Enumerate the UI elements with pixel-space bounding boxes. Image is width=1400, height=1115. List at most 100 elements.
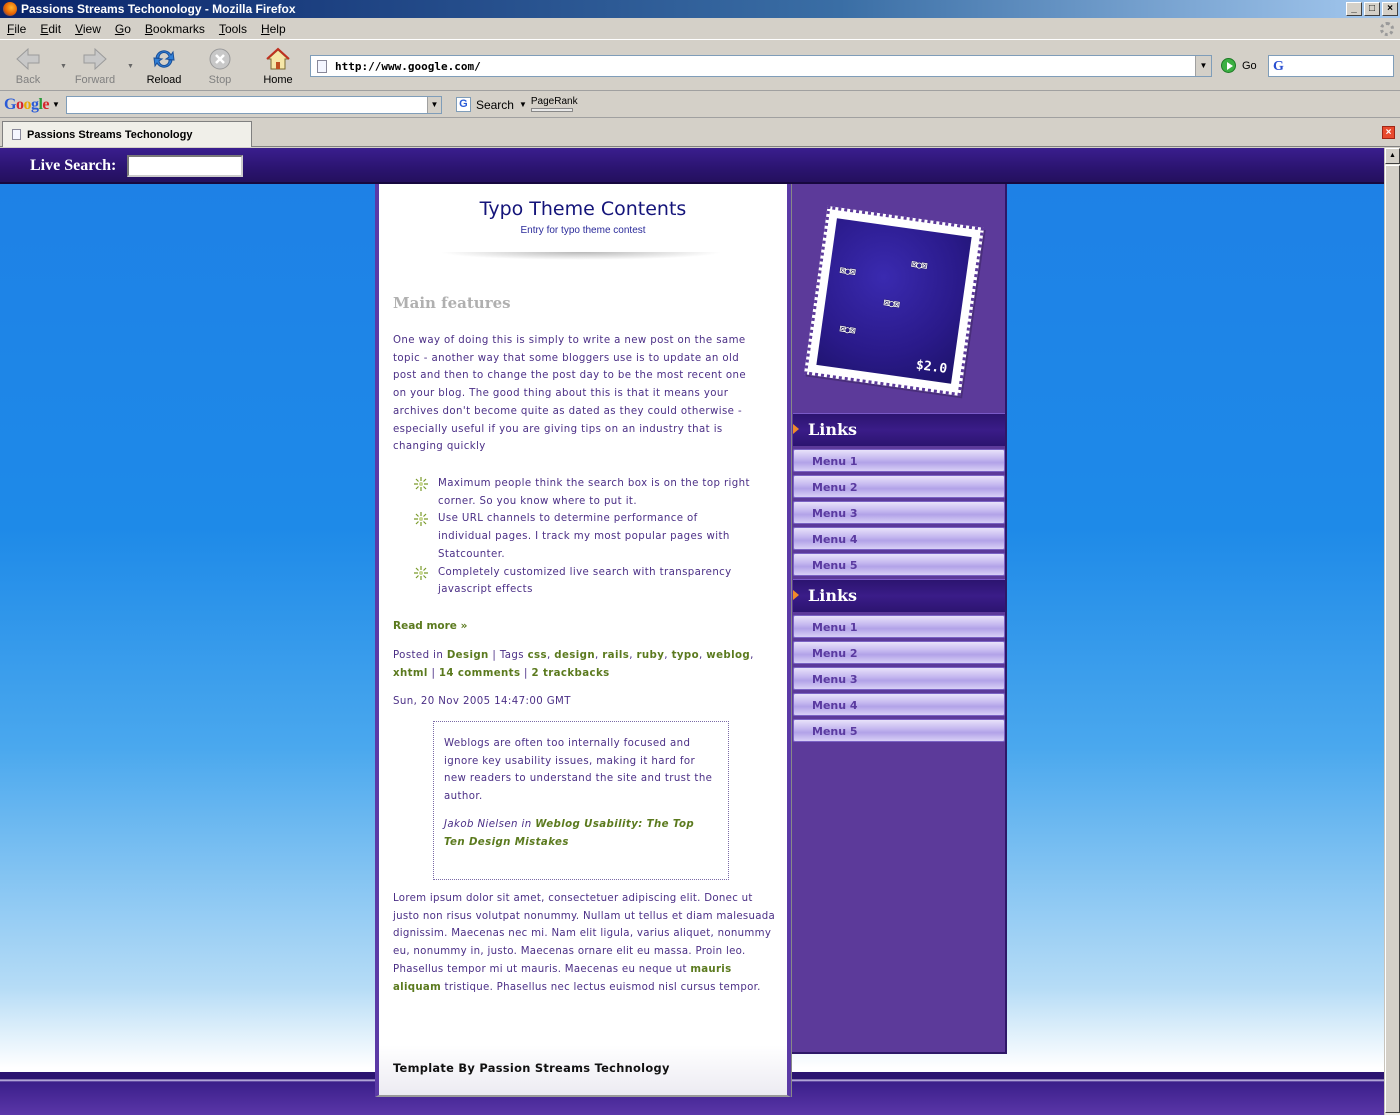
throbber-icon	[1380, 22, 1394, 36]
back-dropdown-icon[interactable]: ▼	[60, 63, 67, 70]
sidebar-menu-3[interactable]: Menu 3	[793, 667, 1005, 690]
google-search-input[interactable]: ▼	[65, 95, 442, 114]
menu-go[interactable]: Go	[108, 22, 138, 36]
google-logo[interactable]: Google	[4, 96, 49, 114]
tag-link[interactable]: design	[554, 650, 595, 661]
google-search-dropdown-icon[interactable]: ▼	[426, 96, 441, 113]
category-link[interactable]: Design	[447, 650, 489, 661]
menu-view[interactable]: View	[68, 22, 108, 36]
live-search-bar: Live Search:	[0, 148, 1384, 184]
vertical-scrollbar[interactable]: ▲	[1384, 148, 1400, 1115]
sidebar-menu-5[interactable]: Menu 5	[793, 719, 1005, 742]
tags-label: | Tags	[492, 650, 524, 661]
scroll-up-icon[interactable]: ▲	[1385, 148, 1400, 164]
stop-button[interactable]: Stop	[192, 45, 248, 89]
navigation-toolbar: Back ▼ Forward ▼ Reload Stop Home http:/…	[0, 41, 1400, 91]
url-bar[interactable]: http://www.google.com/ ▼	[310, 55, 1212, 77]
go-button[interactable]: Go	[1221, 58, 1257, 73]
tab-bar: Passions Streams Techonology ×	[0, 119, 1400, 147]
url-dropdown-icon[interactable]: ▼	[1195, 56, 1211, 76]
main-content: Typo Theme Contents Entry for typo theme…	[375, 184, 791, 1097]
stop-icon	[209, 48, 231, 70]
live-search-input[interactable]	[127, 155, 243, 177]
lorem-text-after: tristique. Phasellus nec lectus euismod …	[444, 981, 761, 993]
scrollbar-thumb[interactable]	[1385, 165, 1400, 1113]
read-more-link[interactable]: Read more »	[393, 620, 467, 632]
sidebar-menu-4[interactable]: Menu 4	[793, 693, 1005, 716]
back-label: Back	[15, 74, 41, 86]
menu-help[interactable]: Help	[254, 22, 293, 36]
satellite-icon: ⊠○⊠	[838, 265, 856, 279]
google-search-engine-icon[interactable]: G	[1273, 59, 1284, 75]
tag-link[interactable]: rails	[602, 650, 629, 661]
bullet-text: Completely customized live search with t…	[438, 566, 732, 596]
reload-button[interactable]: Reload	[136, 45, 192, 89]
menu-label: Menu 2	[812, 481, 858, 494]
sunburst-bullet-icon	[414, 565, 428, 580]
window-title: Passions Streams Techonology - Mozilla F…	[21, 2, 296, 16]
blog-title[interactable]: Typo Theme Contents	[379, 198, 787, 220]
home-label: Home	[263, 74, 293, 86]
links-header-2: Links	[793, 579, 1005, 612]
trackbacks-link[interactable]: 2 trackbacks	[532, 668, 610, 679]
menu-file[interactable]: File	[0, 22, 33, 36]
tag-link[interactable]: typo	[672, 650, 699, 661]
satellite-icon: ⊠○⊠	[838, 323, 856, 337]
stamp-image: ⊠○⊠ ⊠○⊠ ⊠○⊠ ⊠○⊠ $2.0	[803, 205, 985, 397]
stamp-price: $2.0	[914, 357, 949, 377]
reload-icon	[153, 50, 175, 68]
quote-author: Jakob Nielsen in	[444, 818, 532, 830]
menu-edit[interactable]: Edit	[33, 22, 68, 36]
post-title[interactable]: Main features	[393, 294, 511, 312]
stop-label: Stop	[208, 74, 232, 86]
close-tab-icon[interactable]: ×	[1382, 126, 1395, 139]
forward-label: Forward	[74, 74, 116, 86]
google-g-icon: G	[455, 97, 471, 112]
google-search-label: Search	[475, 97, 514, 112]
sidebar-menu-2[interactable]: Menu 2	[793, 641, 1005, 664]
sunburst-bullet-icon	[414, 477, 428, 491]
sidebar-menu-5[interactable]: Menu 5	[793, 553, 1005, 576]
menu-bookmarks[interactable]: Bookmarks	[138, 22, 212, 36]
back-arrow-icon	[16, 47, 40, 71]
list-item: Use URL channels to determine performanc…	[413, 510, 753, 563]
minimize-button[interactable]: _	[1346, 2, 1362, 16]
back-button[interactable]: Back	[0, 45, 56, 89]
google-search-dropdown-caret-icon[interactable]: ▼	[519, 100, 527, 109]
tag-link[interactable]: css	[528, 650, 547, 661]
page-icon	[317, 59, 327, 73]
menu-label: Menu 4	[812, 699, 858, 712]
menu-tools[interactable]: Tools	[212, 22, 254, 36]
lorem-paragraph: Lorem ipsum dolor sit amet, consectetuer…	[393, 890, 777, 996]
menubar: File Edit View Go Bookmarks Tools Help	[0, 19, 1400, 40]
template-credit: Template By Passion Streams Technology	[393, 1061, 670, 1075]
header-arrow-icon	[793, 424, 799, 434]
home-button[interactable]: Home	[250, 45, 306, 89]
sidebar-menu-3[interactable]: Menu 3	[793, 501, 1005, 524]
title-divider	[439, 252, 723, 260]
close-button[interactable]: ×	[1382, 2, 1398, 16]
tag-link[interactable]: xhtml	[393, 668, 428, 679]
go-label: Go	[1242, 59, 1257, 72]
tab-active[interactable]: Passions Streams Techonology	[2, 121, 252, 147]
forward-button[interactable]: Forward	[67, 45, 123, 89]
links-title-2: Links	[808, 586, 858, 605]
google-menu-dropdown-icon[interactable]: ▼	[52, 100, 60, 109]
search-bar-input[interactable]: G	[1268, 55, 1394, 77]
menu-label: Menu 5	[812, 725, 858, 738]
comments-link[interactable]: 14 comments	[439, 668, 521, 679]
satellite-icon: ⊠○⊠	[882, 297, 900, 311]
tag-link[interactable]: ruby	[636, 650, 664, 661]
sidebar-menu-1[interactable]: Menu 1	[793, 615, 1005, 638]
header-arrow-icon	[793, 590, 799, 600]
sidebar-menu-1[interactable]: Menu 1	[793, 449, 1005, 472]
sidebar-menu-4[interactable]: Menu 4	[793, 527, 1005, 550]
tag-link[interactable]: weblog	[706, 650, 750, 661]
forward-dropdown-icon[interactable]: ▼	[127, 63, 134, 70]
sidebar-menu-2[interactable]: Menu 2	[793, 475, 1005, 498]
google-search-button[interactable]: G Search ▼	[455, 97, 527, 112]
pagerank-label: PageRank	[530, 96, 578, 107]
maximize-button[interactable]: □	[1364, 2, 1380, 16]
blockquote: Weblogs are often too internally focused…	[433, 721, 729, 880]
url-text[interactable]: http://www.google.com/	[335, 60, 1195, 73]
